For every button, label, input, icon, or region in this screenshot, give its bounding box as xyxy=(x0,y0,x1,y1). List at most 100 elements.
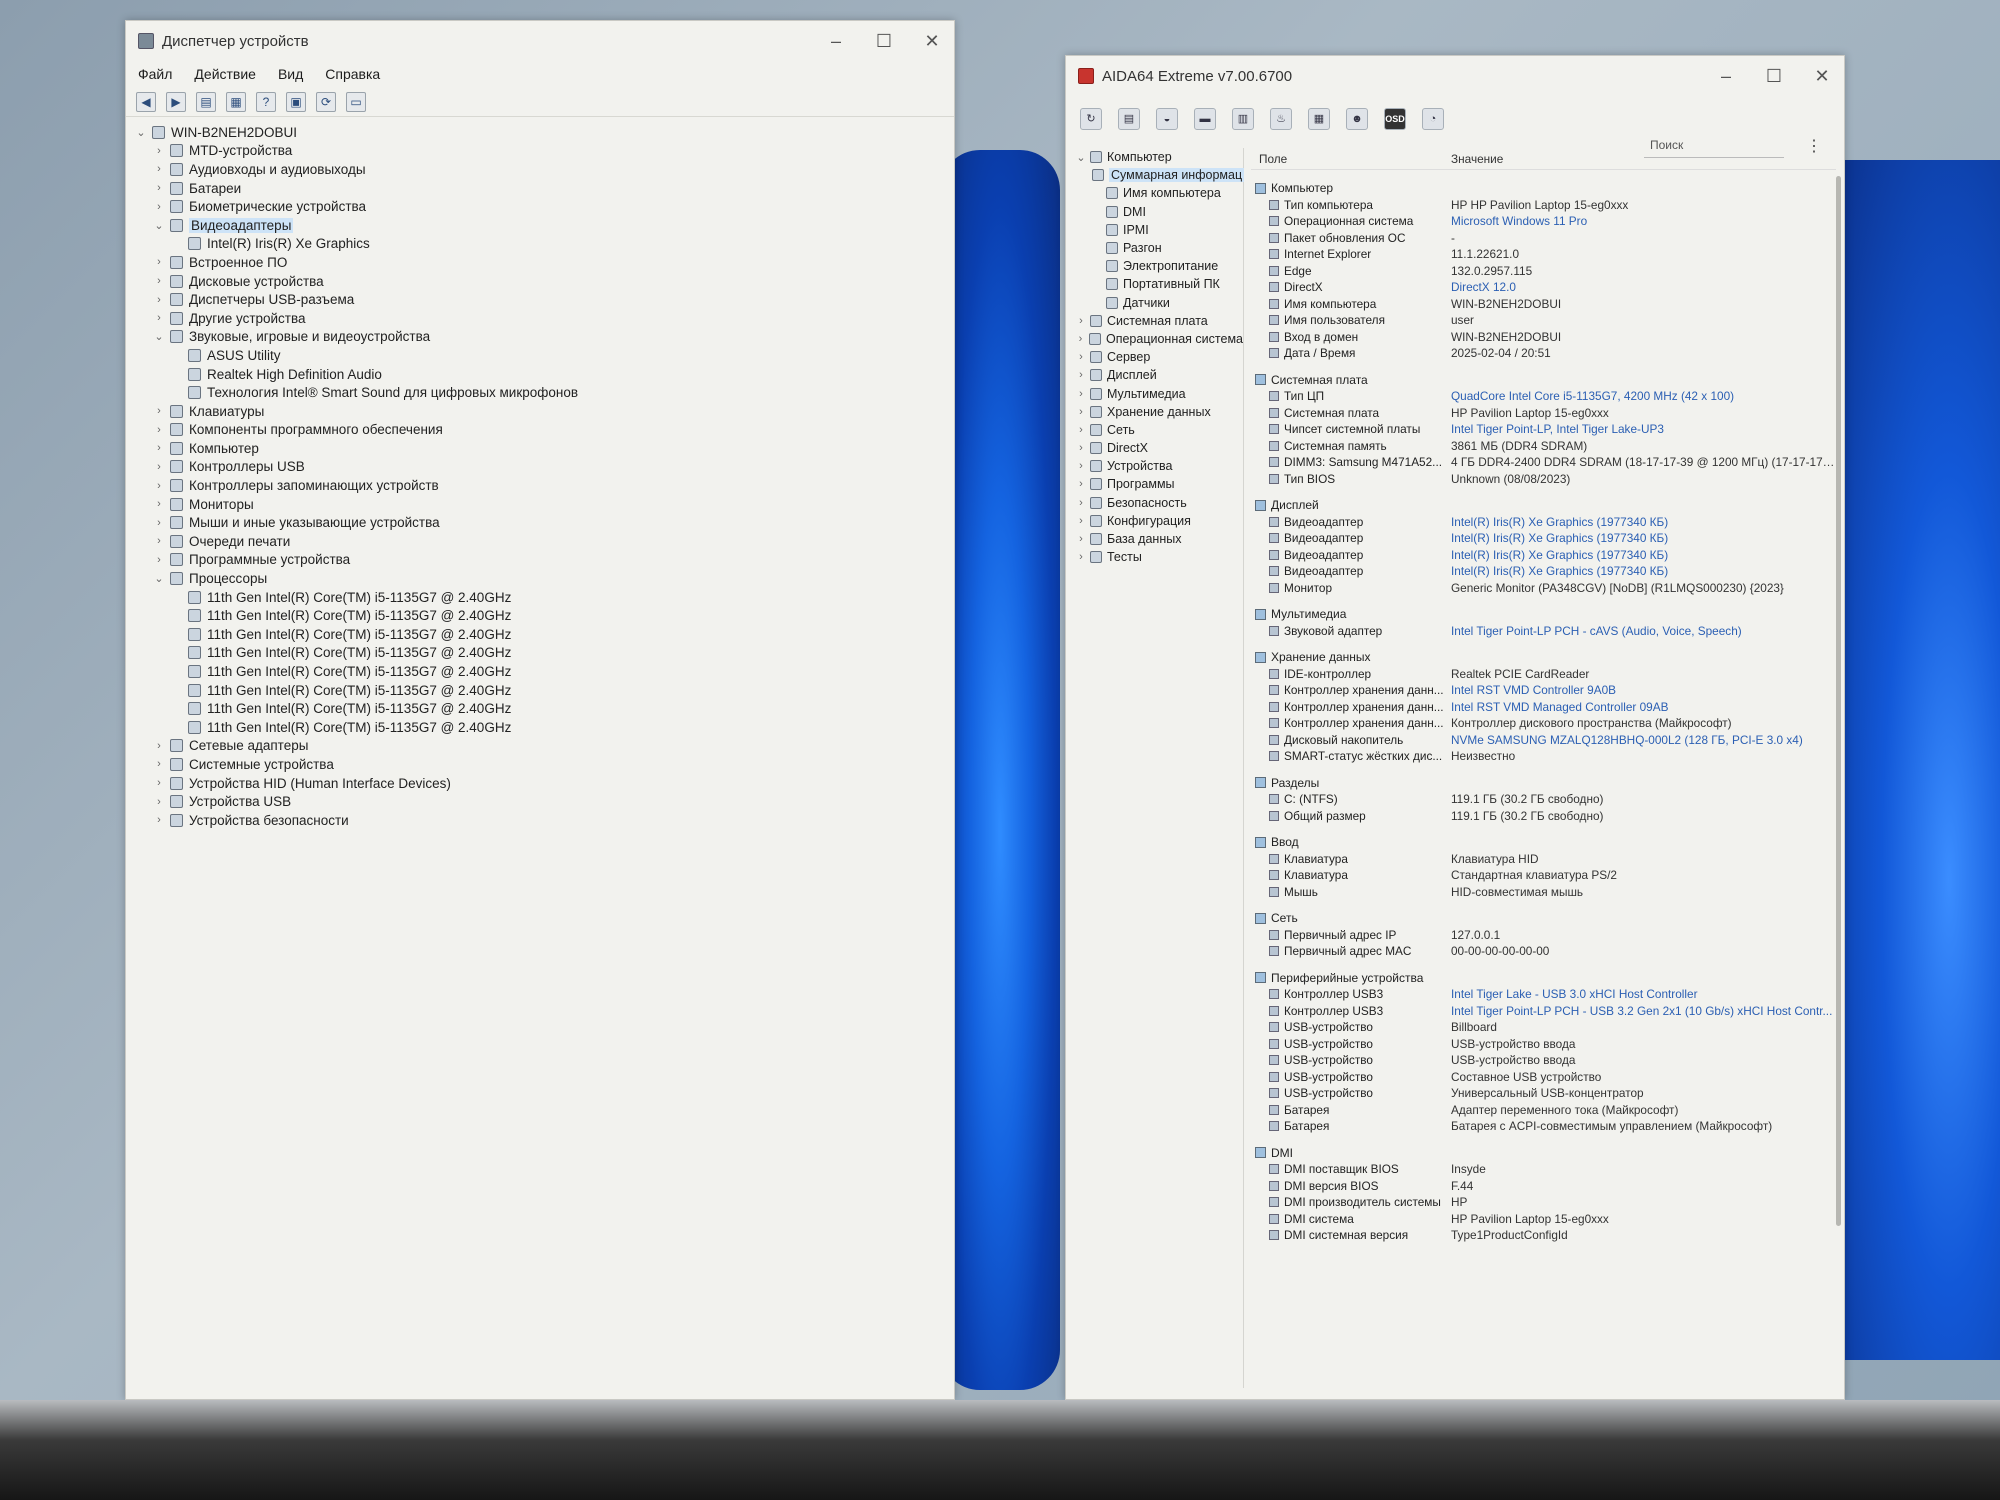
detail-row[interactable]: Контроллер хранения данн... Intel RST VMD… xyxy=(1251,699,1836,716)
menu-item[interactable]: Действие xyxy=(194,66,256,82)
detail-row[interactable]: Батарея Адаптер переменного тока (Майкрос… xyxy=(1251,1102,1836,1119)
nav-item[interactable]: › Конфигурация xyxy=(1074,512,1243,530)
chevron-right-icon[interactable]: › xyxy=(152,777,166,789)
detail-row[interactable]: DMI системная версия Type1ProductConfigId xyxy=(1251,1227,1836,1244)
menu-item[interactable]: Файл xyxy=(138,66,172,82)
detail-row[interactable]: USB-устройство Billboard xyxy=(1251,1019,1836,1036)
user-icon[interactable]: ☻ xyxy=(1346,108,1368,130)
calendar-icon[interactable]: ▦ xyxy=(1308,108,1330,130)
chevron-right-icon[interactable]: › xyxy=(152,535,166,547)
tree-item[interactable]: › Батареи xyxy=(134,179,946,198)
detail-row[interactable]: Контроллер USB3 Intel Tiger Lake - USB 3.… xyxy=(1251,986,1836,1003)
close-icon[interactable]: ✕ xyxy=(922,31,942,52)
chevron-right-icon[interactable]: › xyxy=(152,275,166,287)
detail-row[interactable]: Вход в домен WIN-B2NEH2DOBUI xyxy=(1251,329,1836,346)
tree-item[interactable]: › Диспетчеры USB-разъема xyxy=(134,290,946,309)
detail-value[interactable]: Intel Tiger Point-LP PCH - cAVS (Audio, … xyxy=(1451,624,1836,638)
maximize-icon[interactable]: ☐ xyxy=(874,31,894,52)
nav-item[interactable]: › Сервер xyxy=(1074,348,1243,366)
detail-row[interactable]: Пакет обновления ОС - xyxy=(1251,230,1836,247)
tree-item[interactable]: › Устройства HID (Human Interface Devices… xyxy=(134,774,946,793)
chevron-right-icon[interactable]: › xyxy=(152,480,166,492)
chevron-right-icon[interactable]: › xyxy=(152,814,166,826)
detail-value[interactable]: Intel Tiger Point-LP PCH - USB 3.2 Gen 2… xyxy=(1451,1004,1836,1018)
chevron-right-icon[interactable]: › xyxy=(152,201,166,213)
tree-item[interactable]: 11th Gen Intel(R) Core(TM) i5-1135G7 @ 2… xyxy=(134,718,946,737)
chevron-right-icon[interactable]: › xyxy=(1074,406,1088,418)
tree-item[interactable]: 11th Gen Intel(R) Core(TM) i5-1135G7 @ 2… xyxy=(134,606,946,625)
detail-row[interactable]: DMI производитель системы HP xyxy=(1251,1194,1836,1211)
detail-row[interactable]: Дисковый накопитель NVMe SAMSUNG MZALQ128… xyxy=(1251,732,1836,749)
gauge-icon[interactable]: ◔ xyxy=(1422,108,1444,130)
detail-row[interactable]: Чипсет системной платы Intel Tiger Point-… xyxy=(1251,421,1836,438)
nav-item[interactable]: › Системная плата xyxy=(1074,312,1243,330)
detail-row[interactable]: C: (NTFS) 119.1 ГБ (30.2 ГБ свободно) xyxy=(1251,791,1836,808)
menu-item[interactable]: Справка xyxy=(325,66,380,82)
detail-row[interactable]: Системная плата HP Pavilion Laptop 15-eg0… xyxy=(1251,405,1836,422)
refresh-icon[interactable]: ↻ xyxy=(1080,108,1102,130)
chevron-right-icon[interactable]: › xyxy=(1074,533,1088,545)
chevron-right-icon[interactable]: › xyxy=(152,294,166,306)
detail-row[interactable]: Батарея Батарея с ACPI-совместимым управл… xyxy=(1251,1118,1836,1135)
tree-item[interactable]: 11th Gen Intel(R) Core(TM) i5-1135G7 @ 2… xyxy=(134,644,946,663)
scrollbar[interactable] xyxy=(1836,176,1841,1226)
detail-value[interactable]: Microsoft Windows 11 Pro xyxy=(1451,214,1836,228)
chevron-down-icon[interactable]: ⌄ xyxy=(1074,151,1088,164)
detail-row[interactable]: IDE-контроллер Realtek PCIE CardReader xyxy=(1251,666,1836,683)
chevron-right-icon[interactable]: › xyxy=(152,517,166,529)
detail-value[interactable]: Intel Tiger Point-LP, Intel Tiger Lake-U… xyxy=(1451,422,1836,436)
tree-item[interactable]: 11th Gen Intel(R) Core(TM) i5-1135G7 @ 2… xyxy=(134,588,946,607)
disk-icon[interactable]: ◒ xyxy=(1156,108,1178,130)
chevron-down-icon[interactable]: ⌄ xyxy=(152,330,166,343)
tree-item[interactable]: Технология Intel® Smart Sound для цифров… xyxy=(134,383,946,402)
detail-value[interactable]: Intel RST VMD Managed Controller 09AB xyxy=(1451,700,1836,714)
chevron-right-icon[interactable]: › xyxy=(152,405,166,417)
tree-item[interactable]: › Встроенное ПО xyxy=(134,253,946,272)
help-icon[interactable]: ? xyxy=(256,91,276,112)
close-icon[interactable]: ✕ xyxy=(1812,66,1832,87)
detail-value[interactable]: NVMe SAMSUNG MZALQ128HBHQ-000L2 (128 ГБ,… xyxy=(1451,733,1836,747)
memory-icon[interactable]: ▬ xyxy=(1194,108,1216,130)
detail-row[interactable]: Мышь HID-совместимая мышь xyxy=(1251,884,1836,901)
chevron-right-icon[interactable]: › xyxy=(1074,333,1087,345)
detail-row[interactable]: Первичный адрес IP 127.0.0.1 xyxy=(1251,927,1836,944)
detail-row[interactable]: Общий размер 119.1 ГБ (30.2 ГБ свободно) xyxy=(1251,808,1836,825)
tree-item[interactable]: Realtek High Definition Audio xyxy=(134,365,946,384)
detail-row[interactable]: DMI поставщик BIOS Insyde xyxy=(1251,1161,1836,1178)
detail-row[interactable]: Первичный адрес MAC 00-00-00-00-00-00 xyxy=(1251,943,1836,960)
minimize-icon[interactable]: – xyxy=(826,31,846,52)
chevron-right-icon[interactable]: › xyxy=(1074,388,1088,400)
osd-button[interactable]: OSD xyxy=(1384,108,1406,130)
tree-item[interactable]: › Устройства USB xyxy=(134,792,946,811)
tree-item[interactable]: › Аудиовходы и аудиовыходы xyxy=(134,160,946,179)
chevron-right-icon[interactable]: › xyxy=(152,163,166,175)
column-field[interactable]: Поле xyxy=(1251,152,1451,166)
properties-icon[interactable]: ▤ xyxy=(196,91,216,112)
detail-value[interactable]: Intel(R) Iris(R) Xe Graphics (1977340 КБ… xyxy=(1451,531,1836,545)
nav-item[interactable]: › Сеть xyxy=(1074,421,1243,439)
tree-item[interactable]: ⌄ WIN-B2NEH2DOBUI xyxy=(134,123,946,142)
nav-item[interactable]: › Тесты xyxy=(1074,548,1243,566)
tree-item[interactable]: 11th Gen Intel(R) Core(TM) i5-1135G7 @ 2… xyxy=(134,699,946,718)
tree-item[interactable]: › Клавиатуры xyxy=(134,402,946,421)
tree-item[interactable]: ⌄ Процессоры xyxy=(134,569,946,588)
chevron-right-icon[interactable]: › xyxy=(152,740,166,752)
nav-item[interactable]: ⌄ Компьютер xyxy=(1074,148,1243,166)
nav-item[interactable]: Электропитание xyxy=(1074,257,1243,275)
detail-row[interactable]: DirectX DirectX 12.0 xyxy=(1251,279,1836,296)
detail-row[interactable]: DIMM3: Samsung M471A52... 4 ГБ DDR4-2400 … xyxy=(1251,454,1836,471)
tree-item[interactable]: › Другие устройства xyxy=(134,309,946,328)
detail-row[interactable]: USB-устройство Универсальный USB-концентр… xyxy=(1251,1085,1836,1102)
details-icon[interactable]: ▣ xyxy=(286,91,306,112)
list-view-icon[interactable]: ▦ xyxy=(226,91,246,112)
detail-row[interactable]: Тип BIOS Unknown (08/08/2023) xyxy=(1251,471,1836,488)
nav-item[interactable]: › Дисплей xyxy=(1074,366,1243,384)
detail-value[interactable]: Intel Tiger Lake - USB 3.0 xHCI Host Con… xyxy=(1451,987,1836,1001)
detail-row[interactable]: Видеоадаптер Intel(R) Iris(R) Xe Graphics… xyxy=(1251,514,1836,531)
device-manager-titlebar[interactable]: Диспетчер устройств – ☐ ✕ xyxy=(126,21,954,61)
tree-item[interactable]: › Системные устройства xyxy=(134,755,946,774)
chevron-right-icon[interactable]: › xyxy=(152,182,166,194)
detail-value[interactable]: QuadCore Intel Core i5-1135G7, 4200 MHz … xyxy=(1451,389,1836,403)
tree-item[interactable]: 11th Gen Intel(R) Core(TM) i5-1135G7 @ 2… xyxy=(134,662,946,681)
nav-item[interactable]: Разгон xyxy=(1074,239,1243,257)
